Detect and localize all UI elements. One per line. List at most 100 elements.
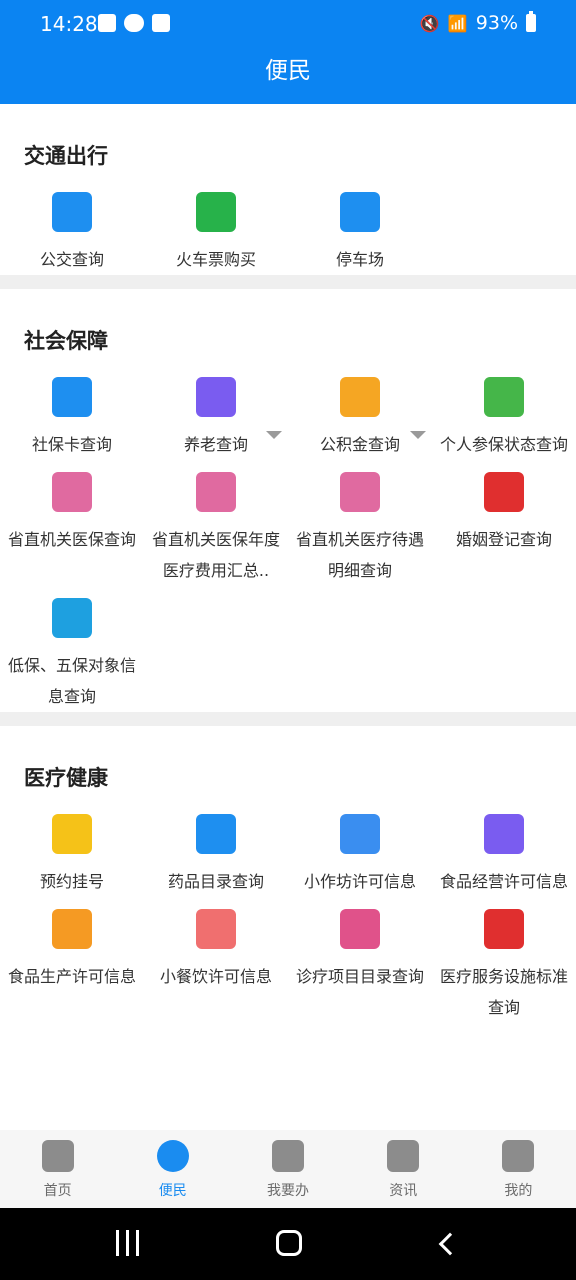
service-item[interactable]: 小餐饮许可信息 xyxy=(144,897,288,1023)
section-title: 交通出行 xyxy=(24,144,108,168)
service-item[interactable]: 预约挂号 xyxy=(0,802,144,897)
status-time: 14:28 xyxy=(40,12,98,36)
check-notification-icon xyxy=(152,14,170,32)
service-item[interactable]: 低保、五保对象信息查询 xyxy=(0,586,144,712)
mute-icon: 🔇 xyxy=(419,13,440,33)
service-label: 低保、五保对象信息查询 xyxy=(8,656,137,706)
medicine-icon xyxy=(196,814,236,854)
service-label: 个人参保状态查询 xyxy=(440,435,569,454)
service-item[interactable]: 公交查询 xyxy=(0,180,144,275)
service-item[interactable]: 省直机关医保年度医疗费用汇总.. xyxy=(144,460,288,586)
service-item[interactable]: 个人参保状态查询 xyxy=(432,365,576,460)
section-separator xyxy=(0,275,576,289)
tab-clover[interactable]: 便民 xyxy=(115,1130,230,1208)
status-bar: 14:28 🔇 📶 93% xyxy=(0,0,576,48)
tab-label: 资讯 xyxy=(389,1183,418,1199)
service-grid: 预约挂号 药品目录查询 小作坊许可信息 食品经营许可信息食品生产许可信息 小餐饮许可信息… xyxy=(0,802,576,1023)
dropdown-caret-icon[interactable] xyxy=(266,431,282,439)
catering-icon xyxy=(196,909,236,949)
insurance-status-icon xyxy=(484,377,524,417)
service-item[interactable]: 婚姻登记查询 xyxy=(432,460,576,586)
tab-user-service[interactable]: 我要办 xyxy=(230,1130,345,1208)
service-item[interactable]: 药品目录查询 xyxy=(144,802,288,897)
user-service-icon xyxy=(272,1140,304,1172)
service-grid: 公交查询 火车票购买 停车场 xyxy=(0,180,576,275)
service-item[interactable]: 小作坊许可信息 xyxy=(288,802,432,897)
service-section: 社会保障社保卡查询 养老查询 公积金查询 个人参保状态查询省直机关医保查询 省直机关医保… xyxy=(0,289,576,712)
service-label: 诊疗项目目录查询 xyxy=(296,967,425,986)
battery-icon xyxy=(526,11,536,32)
section-title: 医疗健康 xyxy=(24,766,108,790)
system-nav-bar xyxy=(0,1208,576,1280)
status-notification-icons xyxy=(98,14,170,32)
image-notification-icon xyxy=(98,14,116,32)
service-label: 省直机关医疗待遇明细查询 xyxy=(296,530,425,580)
bottom-tab-bar: 首页 便民 我要办 资讯 我的 xyxy=(0,1130,576,1208)
section-separator xyxy=(0,712,576,726)
service-label: 医疗服务设施标准查询 xyxy=(440,967,569,1017)
cloud-notification-icon xyxy=(124,14,144,32)
first-aid-kit-icon xyxy=(484,909,524,949)
social-security-card-icon xyxy=(52,377,92,417)
page-title: 便民 xyxy=(265,58,311,84)
tab-label: 我的 xyxy=(504,1183,533,1199)
dropdown-caret-icon[interactable] xyxy=(410,431,426,439)
service-section: 交通出行公交查询 火车票购买 停车场 xyxy=(0,104,576,275)
service-item[interactable]: 火车票购买 xyxy=(144,180,288,275)
parking-icon xyxy=(340,192,380,232)
services-content[interactable]: 交通出行公交查询 火车票购买 停车场社会保障社保卡查询 养老查询 公积金查询 个人参保状态… xyxy=(0,104,576,1130)
service-item[interactable]: 养老查询 xyxy=(144,365,288,460)
clover-icon xyxy=(156,1140,189,1172)
tab-profile[interactable]: 我的 xyxy=(461,1130,576,1208)
profile-icon xyxy=(502,1140,535,1172)
service-item[interactable]: 停车场 xyxy=(288,180,432,275)
service-label: 省直机关医保年度医疗费用汇总.. xyxy=(152,530,281,580)
service-item[interactable]: 省直机关医疗待遇明细查询 xyxy=(288,460,432,586)
service-label: 小作坊许可信息 xyxy=(303,872,416,891)
service-label: 食品生产许可信息 xyxy=(8,967,137,986)
service-item[interactable]: 食品经营许可信息 xyxy=(432,802,576,897)
service-item[interactable]: 省直机关医保查询 xyxy=(0,460,144,586)
service-label: 停车场 xyxy=(335,250,384,269)
service-section: 医疗健康预约挂号 药品目录查询 小作坊许可信息 食品经营许可信息食品生产许可信息 小餐饮… xyxy=(0,726,576,1023)
service-item[interactable]: 公积金查询 xyxy=(288,365,432,460)
status-right: 🔇 📶 93% xyxy=(419,11,536,34)
medical-insurance-icon xyxy=(52,472,92,512)
battery-percent: 93% xyxy=(475,12,518,34)
tab-home[interactable]: 首页 xyxy=(0,1130,115,1208)
service-item[interactable]: 诊疗项目目录查询 xyxy=(288,897,432,1023)
elderly-icon xyxy=(196,377,236,417)
food-production-icon xyxy=(52,909,92,949)
service-label: 火车票购买 xyxy=(175,250,256,269)
service-label: 食品经营许可信息 xyxy=(440,872,569,891)
service-grid: 社保卡查询 养老查询 公积金查询 个人参保状态查询省直机关医保查询 省直机关医保年度医疗… xyxy=(0,365,576,712)
clinic-icon xyxy=(340,909,380,949)
marriage-icon xyxy=(484,472,524,512)
wifi-icon: 📶 xyxy=(447,13,468,33)
people-icon xyxy=(52,598,92,638)
medical-insurance-icon xyxy=(196,472,236,512)
back-button[interactable] xyxy=(438,1232,462,1256)
tab-label: 便民 xyxy=(158,1183,187,1199)
service-label: 小餐饮许可信息 xyxy=(159,967,272,986)
service-item[interactable]: 食品生产许可信息 xyxy=(0,897,144,1023)
service-label: 药品目录查询 xyxy=(167,872,264,891)
tab-message[interactable]: 资讯 xyxy=(346,1130,461,1208)
tab-label: 首页 xyxy=(43,1183,72,1199)
service-item[interactable]: 社保卡查询 xyxy=(0,365,144,460)
message-icon xyxy=(387,1140,420,1172)
workshop-icon xyxy=(340,814,380,854)
service-label: 省直机关医保查询 xyxy=(8,530,137,549)
recents-button[interactable] xyxy=(116,1230,139,1256)
housing-fund-icon xyxy=(340,377,380,417)
service-label: 公交查询 xyxy=(39,250,104,269)
license-icon xyxy=(484,814,524,854)
service-label: 预约挂号 xyxy=(39,872,104,891)
section-title: 社会保障 xyxy=(24,329,108,353)
home-button[interactable] xyxy=(276,1230,302,1256)
service-item[interactable]: 医疗服务设施标准查询 xyxy=(432,897,576,1023)
page-header: 便民 xyxy=(0,48,576,104)
service-label: 婚姻登记查询 xyxy=(455,530,552,549)
train-icon xyxy=(196,192,236,232)
service-label: 社保卡查询 xyxy=(31,435,112,454)
